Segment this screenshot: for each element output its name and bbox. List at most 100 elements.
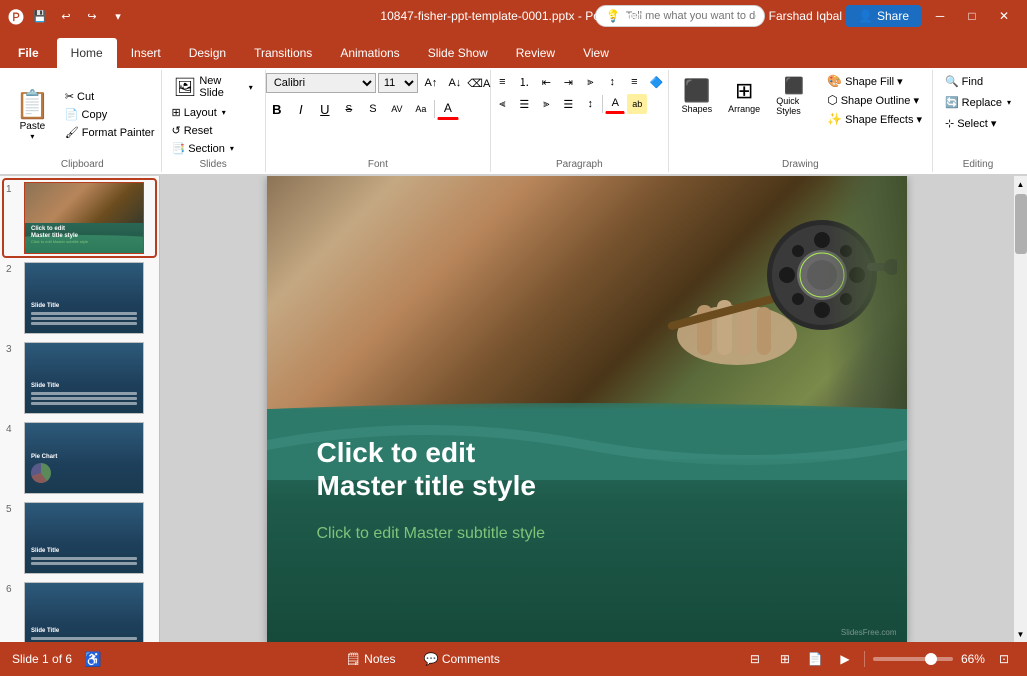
select-button[interactable]: ⊹ Select ▾ [939,114,1002,133]
slide-sorter-button[interactable]: ⊞ [774,648,796,670]
tab-slideshow[interactable]: Slide Show [414,38,502,68]
align-left-button[interactable]: ⫷ [492,94,512,114]
font-color-button[interactable]: A [437,98,459,120]
shape-outline-button[interactable]: ⬡ Shape Outline ▾ [823,91,926,109]
clear-formatting-button[interactable]: ⌫A [468,72,490,94]
save-qat-button[interactable]: 💾 [30,6,50,26]
shape-effects-button[interactable]: ✨ Shape Effects ▾ [823,110,926,128]
shape-outline-icon: ⬡ [827,93,837,107]
bullets-button[interactable]: ≡ [492,72,512,92]
section-button[interactable]: 📑 Section ▾ [168,140,238,157]
zoom-percent: 66% [961,652,985,666]
quick-access-toolbar: 🅟 💾 ↩ ↪ ▾ [8,4,128,28]
shadow-button[interactable]: S [362,98,384,120]
share-button[interactable]: 👤 Share [846,5,921,27]
scroll-up-button[interactable]: ▲ [1014,176,1027,192]
line-spacing-button[interactable]: ↕ [580,94,600,114]
replace-button[interactable]: 🔄 Replace ▾ [939,93,1017,112]
zoom-slider[interactable] [873,657,953,661]
slide-thumb-3[interactable]: 3 Slide Title [4,340,155,416]
thumb-lines-6 [31,637,137,642]
numbering-button[interactable]: ⒈ [514,72,534,92]
smartart-button[interactable]: 🔷 [646,72,666,92]
tab-design[interactable]: Design [175,38,240,68]
slide-thumb-4[interactable]: 4 Pie Chart [4,420,155,496]
slide-thumb-2[interactable]: 2 Slide Title [4,260,155,336]
slideshow-view-button[interactable]: ▶ [834,648,856,670]
maximize-button[interactable]: □ [957,2,987,30]
new-slide-button[interactable]: 🖼 New Slide ▾ [168,72,259,102]
reset-button[interactable]: ↺ Reset [168,122,238,139]
tab-home[interactable]: Home [57,38,117,68]
title-bar: 🅟 💾 ↩ ↪ ▾ 10847-fisher-ppt-template-0001… [0,0,1027,32]
underline-button[interactable]: U [314,98,336,120]
tab-insert[interactable]: Insert [117,38,175,68]
find-button[interactable]: 🔍 Find [939,72,989,91]
shape-fill-button[interactable]: 🎨 Shape Fill ▾ [823,72,926,90]
layout-button[interactable]: ⊞ Layout ▾ [168,104,238,121]
tab-review[interactable]: Review [502,38,569,68]
bold-button[interactable]: B [266,98,288,120]
center-button[interactable]: ☰ [514,94,534,114]
arrange-button[interactable]: ⊞ Arrange [721,74,767,118]
vertical-scrollbar[interactable]: ▲ ▼ [1013,176,1027,642]
tab-view[interactable]: View [569,38,623,68]
paste-icon: 📋 [15,88,50,121]
quick-styles-button[interactable]: ⬛ Quick Styles [769,72,819,120]
slide-title[interactable]: Click to edit Master title style [317,436,536,503]
format-painter-button[interactable]: 🖌 Format Painter [61,124,159,141]
slide-thumb-5[interactable]: 5 Slide Title [4,500,155,576]
font-color2-button[interactable]: A [605,94,625,114]
paste-dropdown-arrow: ▾ [30,132,34,141]
italic-button[interactable]: I [290,98,312,120]
thumb-content-6: Slide Title [31,628,137,642]
font-increase-button[interactable]: A↑ [420,72,442,94]
justify-button[interactable]: ☰ [558,94,578,114]
decrease-indent-button[interactable]: ⇤ [536,72,556,92]
close-button[interactable]: ✕ [989,2,1019,30]
scroll-track [1015,192,1027,626]
font-family-select[interactable]: Calibri [266,73,376,93]
normal-view-button[interactable]: ⊟ [744,648,766,670]
notes-button[interactable]: 🗒 Notes [340,650,402,668]
zoom-handle[interactable] [925,653,937,665]
clipboard-label: Clipboard [61,157,104,170]
increase-indent-button[interactable]: ⇥ [558,72,578,92]
slide-canvas[interactable]: Click to edit Master title style Click t… [267,176,907,642]
align-text-button[interactable]: ≡ [624,72,644,92]
slide-thumb-6[interactable]: 6 Slide Title [4,580,155,642]
tab-file[interactable]: File [4,38,53,68]
slide-preview-5: Slide Title [24,502,144,574]
char-spacing-button[interactable]: AV [386,98,408,120]
copy-button[interactable]: 📄 Copy [61,106,159,123]
tab-transitions[interactable]: Transitions [240,38,326,68]
scroll-down-button[interactable]: ▼ [1014,626,1027,642]
text-direction-button[interactable]: ↕ [602,72,622,92]
shapes-button[interactable]: ⬛ Shapes [675,74,720,118]
customize-qat-button[interactable]: ▾ [108,6,128,26]
columns-button[interactable]: ⫸ [580,72,600,92]
new-slide-arrow: ▾ [249,83,253,92]
scroll-thumb[interactable] [1015,194,1027,254]
change-case-button[interactable]: Aa [410,98,432,120]
slide-thumb-1[interactable]: 1 Click to editMaster title style Click … [4,180,155,256]
font-size-select[interactable]: 11 [378,73,418,93]
comments-button[interactable]: 💬 Comments [418,650,506,668]
fit-slide-button[interactable]: ⊡ [993,648,1015,670]
text-highlight-button[interactable]: ab [627,94,647,114]
redo-qat-button[interactable]: ↪ [82,6,102,26]
font-decrease-button[interactable]: A↓ [444,72,466,94]
status-bar-right: ⊟ ⊞ 📄 ▶ 66% ⊡ [744,648,1015,670]
tab-animations[interactable]: Animations [326,38,413,68]
strikethrough-button[interactable]: S [338,98,360,120]
align-right-button[interactable]: ⫸ [536,94,556,114]
shape-effects-icon: ✨ [827,112,842,126]
reading-view-button[interactable]: 📄 [804,648,826,670]
cut-button[interactable]: ✂ Cut [61,88,159,105]
minimize-button[interactable]: ─ [925,2,955,30]
paste-button[interactable]: 📋 Paste ▾ [6,83,59,146]
canvas-area: Click to edit Master title style Click t… [160,176,1013,642]
slide-subtitle[interactable]: Click to edit Master subtitle style [317,525,546,543]
undo-qat-button[interactable]: ↩ [56,6,76,26]
slide-num-4: 4 [6,422,20,435]
